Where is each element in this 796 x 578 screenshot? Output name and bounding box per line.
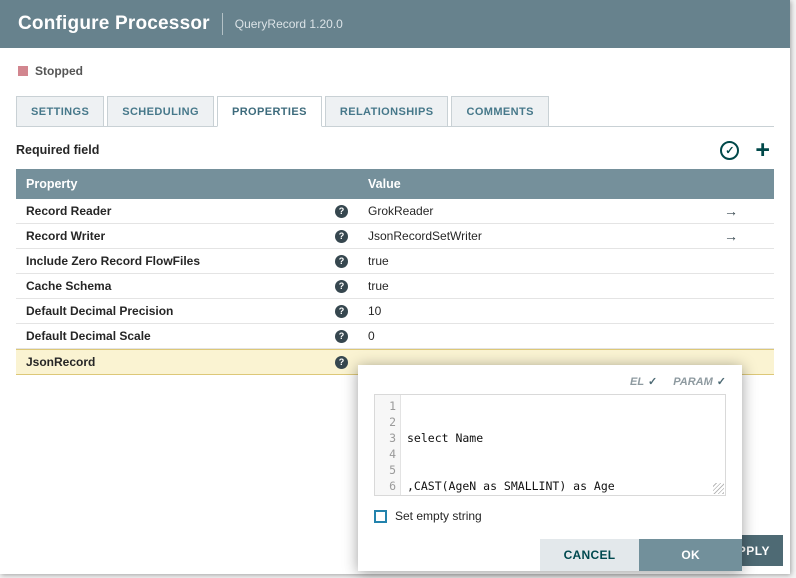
ok-button[interactable]: OK (639, 539, 742, 571)
status-bar: Stopped (0, 48, 790, 82)
property-value[interactable]: 10 (358, 304, 688, 318)
dialog-title: Configure Processor (18, 13, 210, 35)
line-number: 4 (375, 446, 396, 462)
code-line: ,CAST(AgeN as SMALLINT) as Age (407, 478, 725, 494)
tab-settings[interactable]: SETTINGS (16, 96, 104, 127)
line-number: 6 (375, 478, 396, 494)
column-header-property: Property (16, 177, 358, 191)
help-icon[interactable]: ? (335, 280, 348, 293)
help-icon[interactable]: ? (335, 356, 348, 369)
value-editor-popup: EL ✓ PARAM ✓ 1 2 3 4 5 6 select Name ,CA… (358, 365, 742, 571)
sql-code-editor[interactable]: 1 2 3 4 5 6 select Name ,CAST(AgeN as SM… (374, 394, 726, 496)
configure-processor-dialog: Configure Processor QueryRecord 1.20.0 S… (0, 0, 790, 574)
line-number: 2 (375, 414, 396, 430)
set-empty-string-label: Set empty string (395, 509, 482, 523)
line-number: 5 (375, 462, 396, 478)
property-value[interactable]: true (358, 254, 688, 268)
line-number: 3 (375, 430, 396, 446)
el-supported-badge: EL ✓ (630, 375, 657, 388)
tab-properties[interactable]: PROPERTIES (217, 96, 322, 127)
processor-version-label: QueryRecord 1.20.0 (235, 17, 343, 31)
goto-service-arrow-icon[interactable]: → (724, 228, 738, 244)
properties-toolbar: Required field ✓ + (16, 140, 774, 160)
param-supported-badge: PARAM ✓ (673, 375, 726, 388)
param-check-icon: ✓ (717, 375, 726, 388)
property-name: Default Decimal Precision (26, 304, 173, 318)
property-name: Record Reader (26, 204, 111, 218)
property-name: Include Zero Record FlowFiles (26, 254, 200, 268)
property-name: Record Writer (26, 229, 105, 243)
property-value[interactable]: JsonRecordSetWriter (358, 229, 688, 243)
property-name: JsonRecord (26, 355, 95, 369)
add-property-icon[interactable]: + (755, 140, 770, 160)
code-area[interactable]: select Name ,CAST(AgeN as SMALLINT) as A… (401, 395, 725, 495)
title-divider (222, 13, 223, 35)
help-icon[interactable]: ? (335, 330, 348, 343)
table-row[interactable]: Include Zero Record FlowFiles ? true (16, 249, 774, 274)
help-icon[interactable]: ? (335, 205, 348, 218)
table-row[interactable]: Default Decimal Precision ? 10 (16, 299, 774, 324)
verify-properties-icon[interactable]: ✓ (720, 141, 739, 160)
tab-relationships[interactable]: RELATIONSHIPS (325, 96, 449, 127)
el-check-icon: ✓ (648, 375, 657, 388)
properties-table: Property Value Record Reader ? GrokReade… (16, 169, 774, 375)
property-value[interactable]: true (358, 279, 688, 293)
property-name: Cache Schema (26, 279, 111, 293)
table-header-row: Property Value (16, 169, 774, 199)
resize-handle-icon[interactable] (713, 483, 724, 494)
table-row[interactable]: Default Decimal Scale ? 0 (16, 324, 774, 349)
line-number: 1 (375, 398, 396, 414)
help-icon[interactable]: ? (335, 230, 348, 243)
property-value[interactable]: 0 (358, 329, 688, 343)
popup-buttons: CANCEL OK (540, 539, 742, 571)
line-number-gutter: 1 2 3 4 5 6 (375, 395, 401, 495)
table-row[interactable]: Record Reader ? GrokReader → (16, 199, 774, 224)
table-row[interactable]: Cache Schema ? true (16, 274, 774, 299)
table-row[interactable]: Record Writer ? JsonRecordSetWriter → (16, 224, 774, 249)
tab-bar: SETTINGS SCHEDULING PROPERTIES RELATIONS… (16, 96, 774, 127)
cancel-button[interactable]: CANCEL (540, 539, 640, 571)
goto-service-arrow-icon[interactable]: → (724, 203, 738, 219)
set-empty-string-row: Set empty string (374, 509, 726, 523)
set-empty-string-checkbox[interactable] (374, 510, 387, 523)
tab-comments[interactable]: COMMENTS (451, 96, 548, 127)
code-line: select Name (407, 430, 725, 446)
help-icon[interactable]: ? (335, 255, 348, 268)
stopped-icon (18, 66, 28, 76)
property-value[interactable]: GrokReader (358, 204, 688, 218)
tab-scheduling[interactable]: SCHEDULING (107, 96, 214, 127)
dialog-header: Configure Processor QueryRecord 1.20.0 (0, 0, 790, 48)
expression-support-badges: EL ✓ PARAM ✓ (374, 375, 726, 388)
required-field-label: Required field (16, 143, 99, 157)
help-icon[interactable]: ? (335, 305, 348, 318)
el-label: EL (630, 376, 644, 388)
property-name: Default Decimal Scale (26, 329, 151, 343)
column-header-value: Value (358, 177, 688, 191)
toolbar-actions: ✓ + (720, 140, 774, 160)
param-label: PARAM (673, 376, 713, 388)
status-label: Stopped (35, 64, 83, 78)
